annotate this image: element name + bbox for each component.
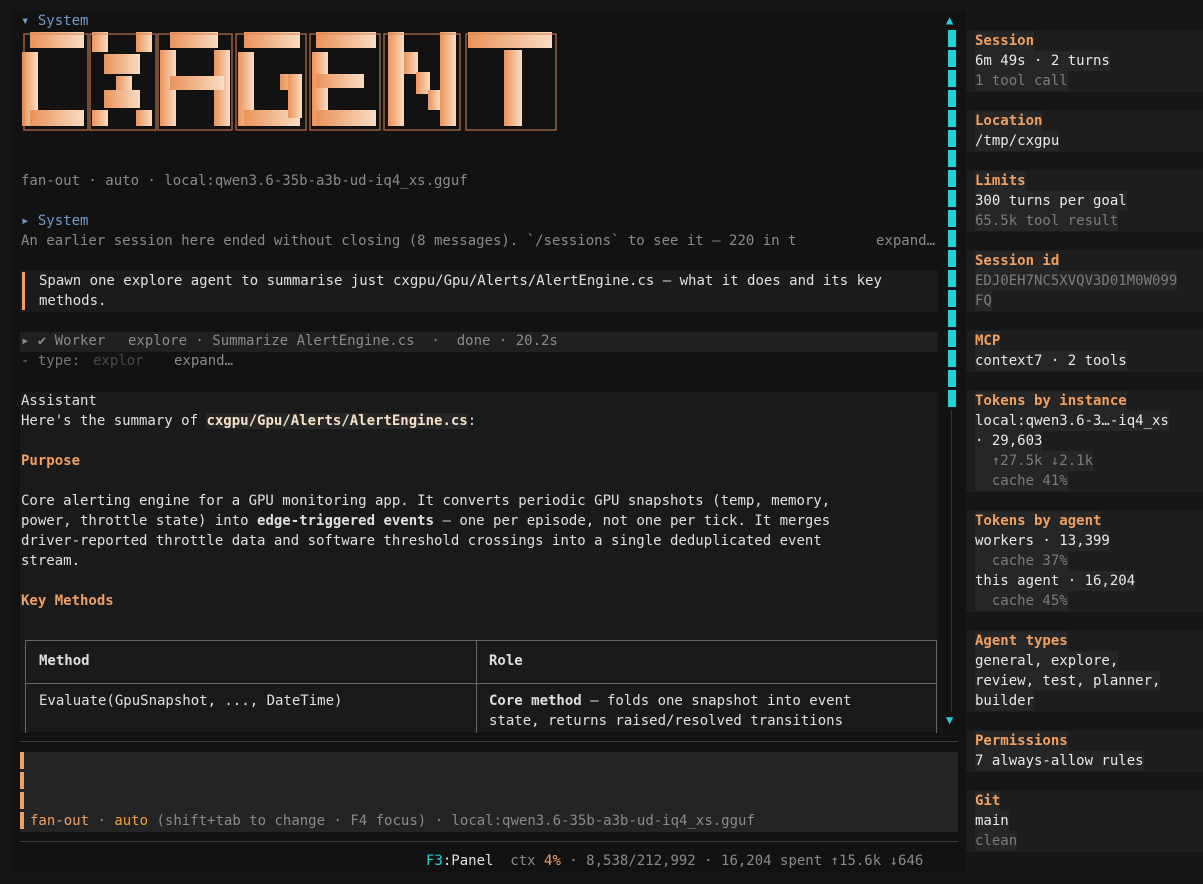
section-heading: Limits [975, 171, 1026, 191]
purpose-fragment: power, throttle state) into [21, 513, 258, 529]
mcp-value: context7 · 2 tools [975, 351, 1127, 371]
section-heading: Git [975, 791, 1001, 811]
agent-types-value: review, test, planner, [975, 671, 1161, 691]
scrollbar-thumb[interactable] [948, 30, 956, 410]
instance-cache: cache 41% [975, 471, 1068, 491]
section-heading: Session [975, 31, 1035, 51]
workers-tokens: workers · 13,399 [975, 531, 1110, 551]
section-heading: Location [975, 111, 1043, 131]
table-cell-role: state, returns raised/resolved transitio… [489, 713, 844, 729]
purpose-text: power, throttle state) into edge-trigger… [21, 511, 830, 531]
session-id-value: FQ [975, 291, 992, 311]
worker-type-value: explor [93, 353, 144, 369]
table-header-method: Method [39, 653, 90, 669]
mode-hint: (shift+tab to change · F4 focus) · local… [148, 813, 755, 829]
worker-detail: explore · Summarize AlertEngine.cs · don… [128, 333, 558, 349]
limit-turns: 300 turns per goal [975, 191, 1127, 211]
purpose-text: driver-reported throttle data and softwa… [21, 533, 822, 549]
intro-suffix: : [467, 413, 477, 429]
section-heading: Session id [975, 251, 1060, 271]
workers-cache: cache 37% [975, 551, 1068, 571]
panel-label[interactable]: :Panel [443, 853, 494, 869]
ctx-percent: 4% [544, 853, 561, 869]
purpose-emphasis: edge-triggered events [257, 513, 435, 529]
purpose-text: Core alerting engine for a GPU monitorin… [21, 493, 831, 509]
purpose-fragment: — one per episode, not one per tick. It … [434, 513, 831, 529]
worker-status[interactable]: ▸ ✔ Worker [21, 331, 105, 351]
status-bar: F3:Panel ctx 4% · 8,538/212,992 · 16,204… [426, 851, 923, 871]
session-duration: 6m 49s · 2 turns [975, 51, 1110, 71]
panel-key[interactable]: F3 [426, 853, 443, 869]
session-id-value: EDJ0EH7NC5XVQV3D01M0W099 [975, 271, 1178, 291]
purpose-heading: Purpose [21, 453, 81, 469]
token-stats: · 8,538/212,992 · 16,204 spent ↑15.6k ↓6… [560, 853, 924, 869]
session-tools: 1 tool call [975, 71, 1068, 91]
mode-sep: · [89, 813, 115, 829]
assistant-intro: Here's the summary of cxgpu/Gpu/Alerts/A… [21, 411, 476, 431]
purpose-text: stream. [21, 553, 81, 569]
this-agent-tokens: this agent · 16,204 [975, 571, 1136, 591]
section-heading: Tokens by agent [975, 511, 1102, 531]
section-heading: Agent types [975, 631, 1068, 651]
divider [20, 841, 958, 842]
table-cell-role: Core method — folds one snapshot into ev… [489, 691, 851, 711]
instance-total: · 29,603 [975, 431, 1043, 451]
table-header-role: Role [489, 653, 523, 669]
earlier-session-notice: An earlier session here ended without cl… [21, 233, 797, 249]
assistant-label: Assistant [21, 393, 97, 409]
mode-auto[interactable]: auto [114, 813, 148, 829]
git-branch: main [975, 811, 1009, 831]
worker-expand-link[interactable]: expand… [174, 351, 233, 371]
worker-type-label: - type: [21, 353, 89, 369]
scroll-up-icon[interactable]: ▲ [946, 13, 953, 27]
system-header[interactable]: ▾ System [21, 11, 88, 31]
table-divider [476, 641, 477, 733]
role-emphasis: Core method [489, 693, 582, 709]
divider [20, 741, 958, 742]
instance-name: local:qwen3.6-3…-iq4_xs [975, 411, 1169, 431]
this-agent-cache: cache 45% [975, 591, 1068, 611]
git-status: clean [975, 831, 1018, 851]
location-path: /tmp/cxgpu [975, 131, 1060, 151]
instance-io: ↑27.5k ↓2.1k [975, 451, 1094, 471]
table-cell-method: Evaluate(GpuSnapshot, ..., DateTime) [39, 693, 343, 709]
file-path: cxgpu/Gpu/Alerts/AlertEngine.cs [206, 413, 468, 429]
section-heading: Permissions [975, 731, 1068, 751]
agent-types-value: general, explore, [975, 651, 1119, 671]
system-header-collapsed[interactable]: ▸ System [21, 211, 88, 231]
permissions-value: 7 always-allow rules [975, 751, 1144, 771]
methods-heading: Key Methods [21, 593, 114, 609]
input-accent-bar [20, 752, 24, 832]
section-heading: Tokens by instance [975, 391, 1127, 411]
agent-types-value: builder [975, 691, 1035, 711]
intro-text: Here's the summary of [21, 413, 207, 429]
role-text: — folds one snapshot into event [581, 693, 852, 709]
user-prompt-line: methods. [39, 293, 107, 309]
cxagent-logo [22, 32, 557, 131]
table-divider [26, 683, 936, 684]
expand-link[interactable]: expand… [876, 231, 935, 251]
scroll-down-icon[interactable]: ▼ [946, 713, 953, 727]
info-panel: Session 6m 49s · 2 turns 1 tool call Loc… [966, 0, 1203, 884]
prompt-accent-bar [22, 272, 25, 310]
limit-tool-result: 65.5k tool result [975, 211, 1119, 231]
user-prompt-line: Spawn one explore agent to summarise jus… [39, 273, 882, 289]
model-line: fan-out · auto · local:qwen3.6-35b-a3b-u… [21, 173, 468, 189]
mode-fanout[interactable]: fan-out [30, 813, 89, 829]
ctx-label: ctx [510, 853, 545, 869]
section-heading: MCP [975, 331, 1001, 351]
mode-line: fan-out · auto (shift+tab to change · F4… [30, 811, 755, 831]
